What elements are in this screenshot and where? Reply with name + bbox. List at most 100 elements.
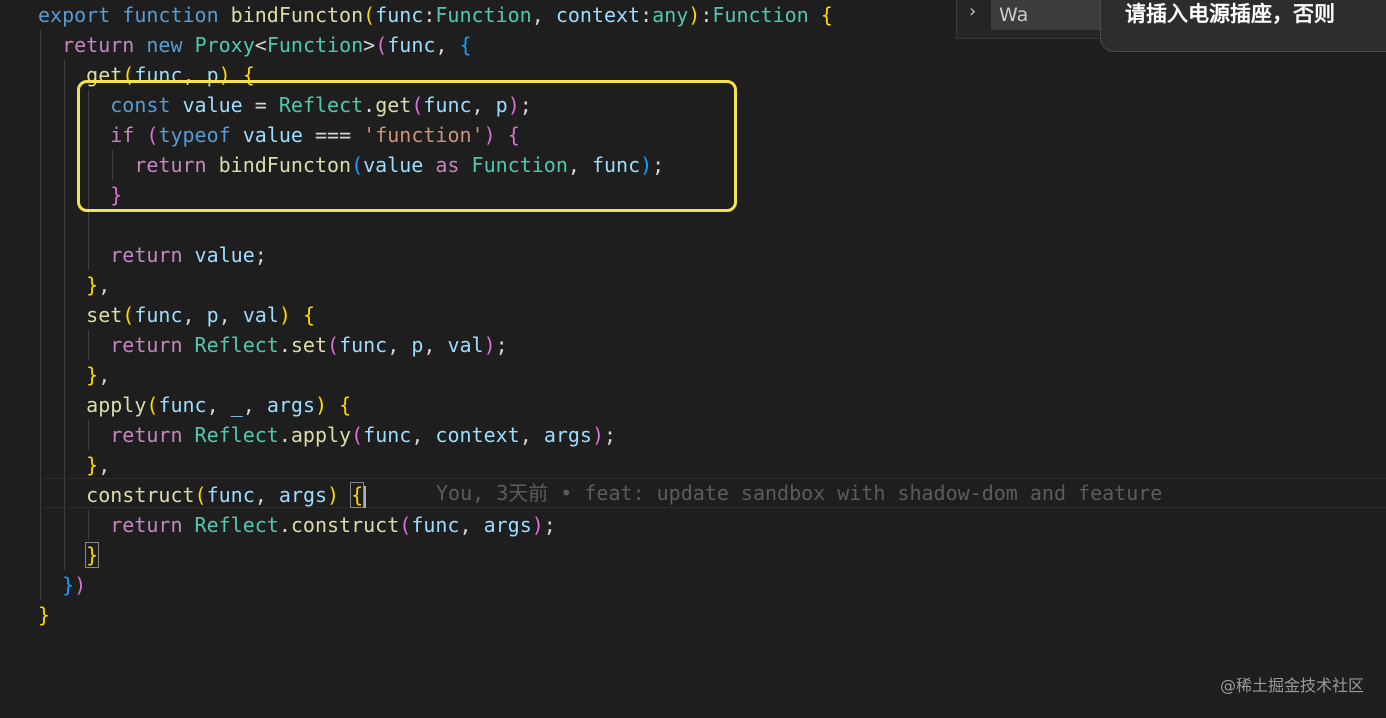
code-token: { — [350, 482, 365, 508]
code-token: , — [98, 273, 111, 297]
code-token: , — [206, 393, 231, 417]
code-token: construct — [290, 513, 400, 537]
code-token: ; — [495, 333, 508, 357]
code-token: } — [62, 573, 75, 597]
code-token: ( — [194, 483, 207, 507]
code-token: . — [278, 513, 291, 537]
code-token: new — [146, 33, 183, 57]
code-token: args — [278, 483, 328, 507]
code-token: ) — [278, 303, 291, 327]
find-input[interactable] — [991, 0, 1107, 30]
code-token: args — [483, 513, 532, 537]
code-token: set — [290, 333, 328, 357]
code-token: func — [339, 333, 388, 357]
code-token: func — [375, 3, 424, 27]
code-line[interactable]: set(func, p, val) { — [38, 300, 315, 330]
code-token: } — [85, 542, 100, 568]
code-token: return — [62, 33, 135, 57]
code-token: ( — [122, 303, 135, 327]
code-token: value — [194, 243, 255, 267]
code-token: , — [519, 423, 544, 447]
code-line[interactable]: return Reflect.apply(func, context, args… — [38, 420, 616, 450]
code-token: Proxy — [194, 33, 255, 57]
code-line[interactable]: } — [38, 540, 100, 570]
code-token: , — [218, 303, 243, 327]
code-line[interactable]: return new Proxy<Function>(func, { — [38, 30, 472, 60]
notification-text: 请插入电源插座，否则 — [1125, 2, 1335, 26]
code-token: func — [206, 483, 255, 507]
code-token: , — [387, 333, 412, 357]
code-token: ( — [327, 333, 340, 357]
code-token: func — [363, 423, 412, 447]
code-token: return — [110, 333, 183, 357]
code-token: , — [459, 513, 484, 537]
code-token: p — [206, 303, 219, 327]
code-token: { — [302, 303, 316, 327]
code-token: ; — [604, 423, 617, 447]
code-line[interactable]: }) — [38, 570, 86, 600]
code-token: _ — [230, 393, 243, 417]
code-token: . — [278, 333, 291, 357]
code-line[interactable]: } — [38, 600, 50, 630]
code-token: , — [411, 423, 436, 447]
code-line[interactable]: return value; — [38, 240, 267, 270]
code-token: ( — [375, 33, 388, 57]
code-token: Function — [266, 33, 364, 57]
code-token: , — [531, 3, 556, 27]
highlight-box — [77, 80, 737, 212]
code-line[interactable]: }, — [38, 360, 110, 390]
code-token: < — [254, 33, 267, 57]
text-cursor — [364, 485, 367, 508]
code-token: , — [242, 393, 267, 417]
code-token: ; — [543, 513, 556, 537]
git-blame-annotation: You, 3天前 • feat: update sandbox with sha… — [436, 481, 1163, 505]
code-line[interactable]: return Reflect.set(func, p, val); — [38, 330, 508, 360]
code-line[interactable]: apply(func, _, args) { — [38, 390, 351, 420]
chevron-right-icon[interactable]: › — [969, 2, 976, 22]
code-token: ; — [254, 243, 267, 267]
code-token: export — [38, 3, 111, 27]
watermark: @稀土掘金技术社区 — [1219, 676, 1364, 695]
code-token: apply — [86, 393, 147, 417]
screenshot-root: export function bindFuncton(func:Functio… — [0, 0, 1386, 718]
code-line[interactable]: construct(func, args) { — [38, 480, 367, 510]
code-token: ( — [146, 393, 159, 417]
code-token: set — [86, 303, 123, 327]
code-token: apply — [290, 423, 352, 447]
code-line[interactable]: }, — [38, 450, 110, 480]
code-token: ) — [74, 573, 87, 597]
code-token: return — [110, 243, 183, 267]
code-token: > — [363, 33, 376, 57]
code-token: context — [435, 423, 520, 447]
code-token: { — [820, 3, 833, 27]
code-line[interactable]: return Reflect.construct(func, args); — [38, 510, 556, 540]
code-token: { — [459, 33, 472, 57]
code-token: ( — [399, 513, 412, 537]
code-line[interactable]: export function bindFuncton(func:Functio… — [38, 0, 833, 30]
code-token: args — [543, 423, 592, 447]
code-token: : — [640, 3, 653, 27]
code-editor[interactable]: export function bindFuncton(func:Functio… — [0, 0, 1386, 718]
code-token: ) — [531, 513, 544, 537]
notification-popup[interactable]: 请插入电源插座，否则 — [1100, 0, 1386, 52]
code-token: } — [86, 363, 99, 387]
code-token: , — [435, 33, 460, 57]
code-line[interactable]: }, — [38, 270, 110, 300]
code-token: , — [254, 483, 279, 507]
code-token: return — [110, 423, 183, 447]
